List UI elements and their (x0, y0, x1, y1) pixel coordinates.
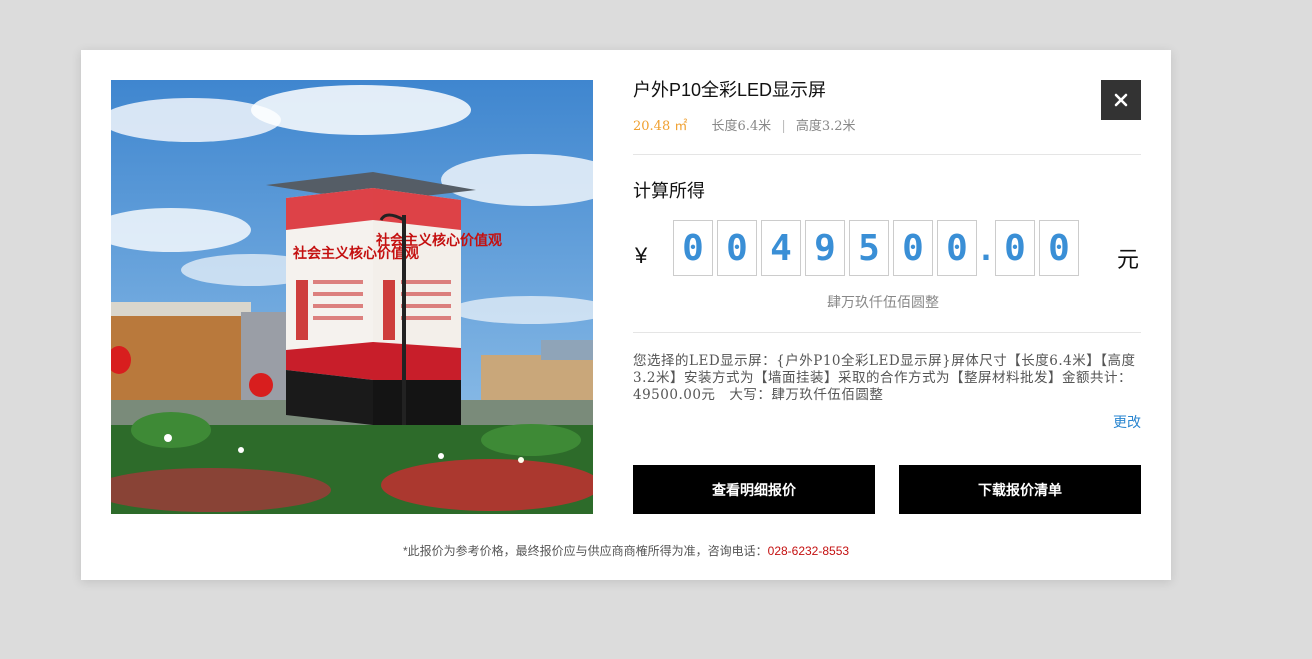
calc-title: 计算所得 (633, 181, 705, 201)
billboard-right-heading: 社会主义核心价值观 (375, 232, 502, 249)
price-digit: 0 (995, 220, 1035, 276)
close-button[interactable] (1101, 80, 1141, 120)
product-height: 高度3.2米 (795, 119, 856, 134)
download-list-button[interactable]: 下载报价清单 (899, 465, 1141, 514)
product-meta: 20.48 ㎡ 长度6.4米 | 高度3.2米 (633, 115, 856, 134)
quote-panel: 户外P10全彩LED显示屏 20.48 ㎡ 长度6.4米 | 高度3.2米 计算… (633, 50, 1141, 580)
product-area: 20.48 ㎡ (633, 119, 688, 134)
quote-modal: 社会主义核心价值观 社会主义核心价值观 户外P10全彩LED显示屏 20.48 … (81, 50, 1171, 580)
price-digit: 0 (937, 220, 977, 276)
price-digit: 5 (849, 220, 889, 276)
footnote: *此报价为参考价格，最终报价应与供应商商榷所得为准，咨询电话：028-6232-… (81, 542, 1171, 559)
price-digit: 0 (1039, 220, 1079, 276)
product-title: 户外P10全彩LED显示屏 (633, 80, 827, 100)
price-digit: 4 (761, 220, 801, 276)
footnote-text: *此报价为参考价格，最终报价应与供应商商榷所得为准，咨询电话： (402, 544, 768, 558)
capital-amount: 肆万玖仟伍佰圆整 (827, 294, 939, 310)
price-digit: 0 (673, 220, 713, 276)
currency-symbol: ¥ (635, 243, 648, 268)
contact-phone: 028-6232-8553 (767, 544, 850, 558)
view-detail-button[interactable]: 查看明细报价 (633, 465, 875, 514)
change-link[interactable]: 更改 (1113, 412, 1141, 432)
currency-unit: 元 (1117, 247, 1140, 272)
close-icon (1114, 93, 1128, 107)
divider (633, 154, 1141, 155)
selection-description: 您选择的LED显示屏：{户外P10全彩LED显示屏}屏体尺寸【长度6.4米】【高… (633, 353, 1136, 403)
decimal-point: . (981, 227, 992, 268)
price-digit: 0 (717, 220, 757, 276)
divider (633, 332, 1141, 333)
meta-separator: | (781, 119, 786, 134)
price-digit: 0 (893, 220, 933, 276)
price-digits: 0 0 4 9 5 0 0 . 0 0 (673, 220, 1083, 276)
product-length: 长度6.4米 (711, 119, 772, 134)
product-image: 社会主义核心价值观 社会主义核心价值观 (111, 80, 593, 514)
price-digit: 9 (805, 220, 845, 276)
